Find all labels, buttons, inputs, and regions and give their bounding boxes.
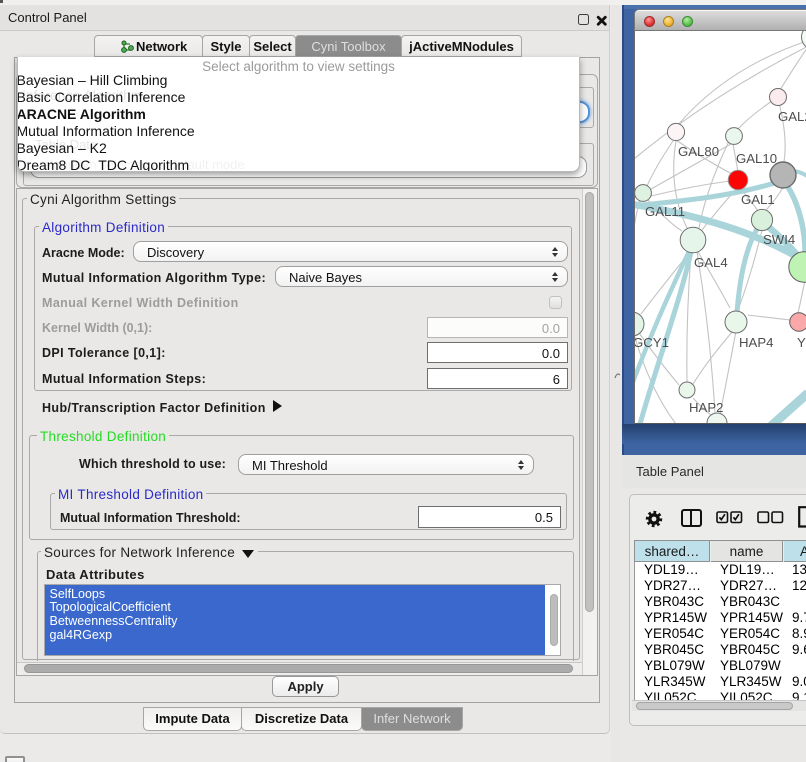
svg-text:GCY1: GCY1: [635, 335, 669, 350]
svg-text:GAL80: GAL80: [678, 144, 719, 159]
svg-text:HAP2: HAP2: [689, 400, 723, 415]
svg-text:GAL2: GAL2: [778, 109, 806, 124]
svg-text:GAL1: GAL1: [741, 192, 775, 207]
svg-text:GAL11: GAL11: [645, 204, 685, 219]
svg-text:GAL10: GAL10: [736, 151, 777, 166]
svg-text:GAL4: GAL4: [694, 255, 728, 270]
svg-text:HAP4: HAP4: [739, 335, 773, 350]
svg-text:YP: YP: [797, 335, 806, 350]
svg-text:SWI4: SWI4: [763, 232, 795, 247]
